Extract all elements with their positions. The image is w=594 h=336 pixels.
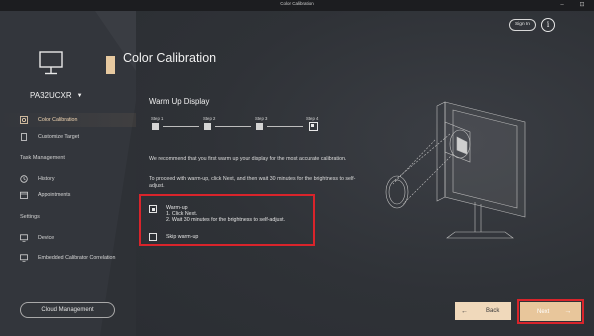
minimize-button[interactable]: – (556, 0, 568, 11)
recommendation-text: We recommend that you first warm up your… (149, 156, 347, 162)
info-icon[interactable]: i (541, 18, 555, 32)
sign-in-button[interactable]: Sign In (509, 19, 536, 31)
cloud-management-button[interactable]: Cloud Management (20, 302, 115, 318)
task-management-heading: Task Management (20, 155, 65, 161)
sidebar-item-color-calibration[interactable]: Color Calibration (0, 113, 136, 127)
monitor-icon (20, 234, 28, 242)
step-connector (163, 126, 199, 127)
sidebar: PA32UCXR ▼ Color Calibration Customize T… (0, 11, 136, 336)
target-icon (21, 133, 27, 141)
sidebar-item-label: History (38, 176, 55, 182)
title-bar: Color Calibration – ⊡ (0, 0, 594, 11)
window-title: Color Calibration (280, 1, 314, 6)
skip-warmup-checkbox[interactable] (149, 233, 157, 241)
history-icon (20, 175, 28, 183)
next-button-label: Next (537, 308, 550, 315)
sidebar-item-label: Color Calibration (38, 117, 78, 123)
sidebar-item-customize-target[interactable]: Customize Target (0, 130, 136, 144)
monitor-calibrator-illustration (385, 101, 526, 239)
arrow-left-icon: ← (461, 307, 468, 315)
step-connector (215, 126, 251, 127)
calendar-icon (20, 191, 28, 199)
section-subtitle: Warm Up Display (149, 97, 210, 106)
chevron-down-icon: ▼ (76, 92, 83, 99)
step-label: Step 1 (151, 116, 164, 121)
skip-warmup-label[interactable]: Skip warm-up (166, 234, 198, 240)
arrow-right-icon: → (564, 308, 572, 315)
sidebar-item-appointments[interactable]: Appointments (0, 188, 136, 202)
sidebar-item-history[interactable]: History (0, 172, 136, 186)
warmup-step-2: 2. Wait 30 minutes for the brightness to… (166, 217, 286, 223)
back-button[interactable]: ← Back (455, 302, 511, 320)
settings-heading: Settings (20, 214, 40, 220)
step-marker (256, 123, 263, 130)
sidebar-item-device[interactable]: Device (0, 231, 136, 245)
sidebar-item-label: Embedded Calibrator Correlation (38, 255, 116, 261)
title-accent-bar (106, 56, 115, 74)
step-label: Step 4 (306, 116, 319, 121)
step-marker-current (309, 122, 318, 131)
sidebar-item-label: Device (38, 235, 55, 241)
step-label: Step 3 (255, 116, 268, 121)
monitor-icon (20, 254, 28, 262)
sidebar-item-label: Appointments (38, 192, 71, 198)
page-title: Color Calibration (123, 51, 217, 65)
model-selector[interactable]: PA32UCXR ▼ (30, 91, 83, 100)
sidebar-item-label: Customize Target (38, 134, 80, 140)
step-connector (267, 126, 303, 127)
step-marker (152, 123, 159, 130)
sidebar-item-embedded-calibrator-correlation[interactable]: Embedded Calibrator Correlation (0, 251, 136, 265)
step-label: Step 2 (203, 116, 216, 121)
step-marker (204, 123, 211, 130)
next-button[interactable]: Next → (517, 299, 584, 324)
model-name: PA32UCXR (30, 91, 72, 100)
back-button-label: Back (486, 308, 500, 314)
monitor-logo-icon (39, 51, 63, 75)
restore-button[interactable]: ⊡ (576, 0, 588, 11)
instruction-text: To proceed with warm-up, click Next, and… (149, 176, 356, 189)
warmup-checkbox[interactable] (149, 205, 157, 213)
calibration-icon (20, 116, 28, 124)
